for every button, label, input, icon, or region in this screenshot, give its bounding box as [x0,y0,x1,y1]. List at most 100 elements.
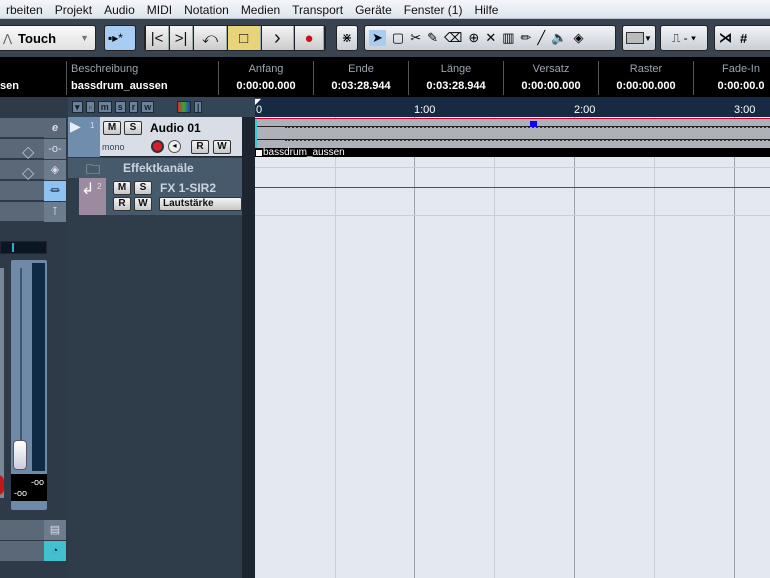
menu-transport[interactable]: Transport [286,0,349,18]
read-button[interactable]: R [113,197,131,211]
ruler-label: 3:00 [734,104,756,116]
info-fade-in[interactable]: Fade-In 0:00:00.0 [693,61,770,95]
pan-display[interactable] [0,241,47,254]
menu-notation[interactable]: Notation [178,0,235,18]
record-enable-button[interactable] [151,140,164,153]
stop-button[interactable]: □ [227,26,261,50]
automation-parameter-select[interactable]: Lautstärke [159,197,242,211]
snap-icon[interactable]: ⋊ [719,30,732,46]
menu-help[interactable]: Hilfe [468,0,504,18]
monitor-button[interactable]: ◂ [168,140,181,153]
menu-midi[interactable]: MIDI [141,0,178,18]
inspector-row[interactable]: ◇ -o- [0,139,66,161]
track-audio-01[interactable]: ▶ 1 M S Audio 01 mono ◂ R W [68,117,242,157]
write-button[interactable]: W [134,197,152,211]
go-to-start-button[interactable]: |< [146,26,170,50]
automation-line[interactable] [255,187,770,188]
mute-button[interactable]: M [113,181,131,195]
inspector-row[interactable]: ⊺ [0,202,66,222]
color-select[interactable]: ▼ [622,25,656,51]
divider-icon[interactable]: | [193,101,203,113]
line-icon[interactable]: ╱ [537,30,545,46]
volume-handle[interactable] [530,121,537,127]
track-name[interactable]: Audio 01 [150,121,201,135]
toolbar: ⋀ Touch ▼ ▪▸* |< >| ⤺ □ › ● ⋇ ➤ ▢ ✂ ✎ ⌫ … [0,19,770,57]
mute-icon[interactable]: ✕ [485,30,496,46]
info-length[interactable]: Länge 0:03:28.944 [408,61,503,95]
track-menu-icon[interactable]: ▾ [72,101,83,113]
ruler[interactable]: 0 1:00 2:00 3:00 ◤ [255,97,770,117]
split-icon[interactable]: ✂ [410,30,421,46]
ruler-label: 2:00 [574,104,596,116]
menu-devices[interactable]: Geräte [349,0,398,18]
info-description[interactable]: Beschreibung bassdrum_aussen [66,61,216,95]
info-offset[interactable]: Versatz 0:00:00.000 [503,61,598,95]
chevron-down-icon: ▼ [80,33,89,43]
global-solo-button[interactable]: s [114,101,126,113]
solo-button[interactable]: S [124,121,142,135]
insert-slots[interactable] [0,268,4,498]
glue-icon[interactable]: ✎ [427,30,438,46]
routing-icon[interactable]: ◈ [44,160,66,180]
menu-window[interactable]: Fenster (1) [398,0,469,18]
global-write-button[interactable]: w [141,101,155,113]
quick-controls-icon[interactable]: ◔ [44,541,66,561]
draw-icon[interactable]: ✏ [521,30,532,46]
inspector-row-edit[interactable]: e [0,118,66,138]
go-to-end-button[interactable]: >| [170,26,194,50]
grid-icon[interactable]: # [740,31,747,46]
automation-mode-select[interactable]: ⋀ Touch ▼ [0,25,96,51]
track-name[interactable]: FX 1-SIR2 [160,181,216,195]
folder-effect-channels[interactable]: 🗀 Effektkanäle [68,158,242,178]
write-button[interactable]: W [213,140,231,154]
record-button[interactable]: ● [295,26,324,50]
left-locator-icon[interactable]: ◤ [255,97,261,106]
menu-project[interactable]: Projekt [49,0,98,18]
play-button[interactable]: › [261,26,295,50]
input-icon[interactable]: -o- [44,139,66,159]
track-fx-1-sir2[interactable]: ↲ 2 M S FX 1-SIR2 R W Lautstärke [79,178,242,215]
inspector-row[interactable]: ⏛ [0,181,66,201]
info-snap[interactable]: Raster 0:00:00.000 [598,61,693,95]
menu-media[interactable]: Medien [235,0,286,18]
notepad-icon[interactable]: ▤ [44,520,66,540]
zoom-icon[interactable]: ⊕ [468,30,479,46]
range-select-icon[interactable]: ▢ [392,30,404,46]
inspector-row[interactable]: ◇ ◈ [0,160,66,182]
track-list-scrollbar[interactable] [242,117,255,578]
insert-icon[interactable]: ⊺ [44,202,66,222]
inspector-row-quick-controls[interactable]: ◔ [0,541,66,562]
output-icon[interactable]: ⏛ [44,181,66,201]
auto-scroll-button[interactable]: ▪▸* [104,25,136,51]
solo-button[interactable]: S [134,181,152,195]
track-expand-icon[interactable]: ▶ [70,118,81,135]
edit-channel-icon[interactable]: e [44,118,66,138]
audio-event[interactable] [255,118,770,149]
fader-handle[interactable] [13,440,27,470]
menu-audio[interactable]: Audio [98,0,141,18]
event-display: 0 1:00 2:00 3:00 ◤ bassdrum_aussen [255,97,770,578]
color-tool-icon[interactable]: ◈ [573,30,583,46]
inspector: e ◇ -o- ◇ ◈ ⏛ ⊺ -oo -oo ▤ ◔ [0,97,68,578]
global-read-button[interactable]: r [128,101,139,113]
global-settings-icon[interactable]: ▫ [85,101,95,113]
snap-crosshair-icon[interactable]: ⋇ [336,25,358,51]
inspector-row-notepad[interactable]: ▤ [0,520,66,541]
read-button[interactable]: R [191,140,209,154]
quantize-select[interactable]: ⎍ - ▾ [660,25,708,51]
play-tool-icon[interactable]: 🔈 [551,30,567,46]
mute-button[interactable]: M [103,121,121,135]
track-colors-icon[interactable] [177,101,191,113]
channel-config: mono [102,142,125,152]
level-meter [32,263,45,471]
global-mute-button[interactable]: m [97,101,112,113]
erase-icon[interactable]: ⌫ [444,30,462,46]
volume-fader[interactable] [11,260,47,510]
timewarp-icon[interactable]: ▥ [502,30,514,46]
menu-edit[interactable]: rbeiten [0,0,49,18]
cycle-button[interactable]: ⤺ [194,26,227,50]
object-select-icon[interactable]: ➤ [369,30,386,46]
info-start[interactable]: Anfang 0:00:00.000 [218,61,313,95]
meter-readout: -oo -oo [11,474,47,501]
info-end[interactable]: Ende 0:03:28.944 [313,61,408,95]
